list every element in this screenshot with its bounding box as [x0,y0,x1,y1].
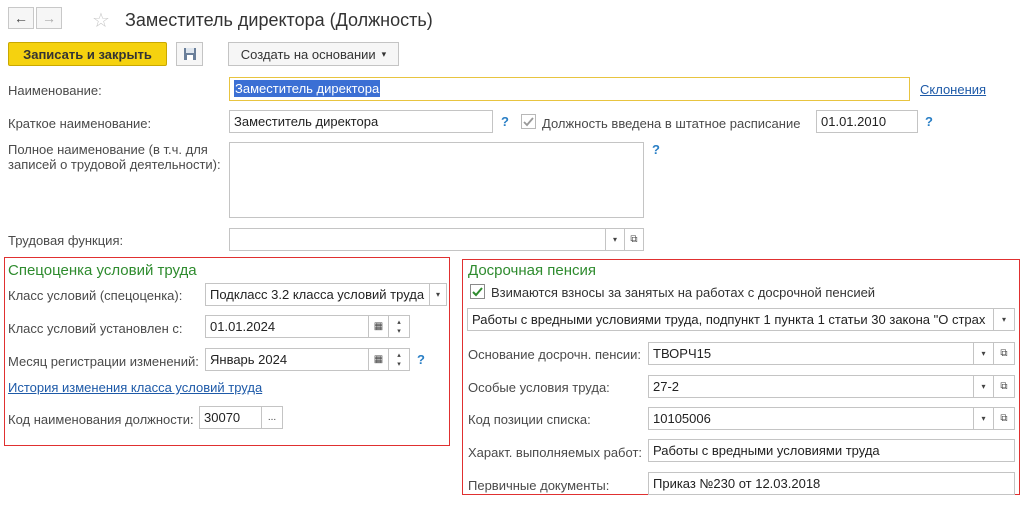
star-favorite-icon[interactable]: ☆ [92,8,110,33]
labor-function-label: Трудовая функция: [8,233,124,248]
staffing-checkbox-label: Должность введена в штатное расписание [542,116,801,131]
full-name-help-icon[interactable]: ? [652,142,660,157]
condition-class-label: Класс условий (спецоценка): [8,288,183,303]
condition-class-select[interactable]: Подкласс 3.2 класса условий труда [205,283,430,306]
declension-link[interactable]: Склонения [920,82,986,97]
special-assessment-title: Спецоценка условий труда [8,262,197,279]
checkmark-icon [523,117,534,127]
chevron-down-icon: ▾ [612,235,617,244]
primary-docs-input[interactable]: Приказ №230 от 12.03.2018 [648,472,1015,495]
special-conditions-input[interactable]: 27-2 [648,375,974,398]
name-value: Заместитель директора [234,80,381,97]
chevron-down-icon: ▾ [397,360,401,368]
save-and-close-button[interactable]: Записать и закрыть [8,42,167,66]
staffing-help-icon[interactable]: ? [925,114,933,129]
chevron-up-icon: ▴ [397,351,401,359]
labor-function-open-button[interactable]: ⧉ [624,228,644,251]
chevron-down-icon: ▾ [981,349,986,358]
special-conditions-dropdown-button[interactable]: ▾ [973,375,994,398]
early-pension-title: Досрочная пенсия [468,262,597,279]
contributions-checkbox[interactable] [470,284,485,299]
registration-month-calendar-button[interactable]: ▦ [368,348,389,371]
create-based-on-button[interactable]: Создать на основании ▾ [228,42,399,66]
registration-month-input[interactable]: Январь 2024 [205,348,369,371]
list-position-code-open-button[interactable]: ⧉ [993,407,1015,430]
full-name-textarea[interactable] [229,142,644,218]
window-title: Заместитель директора (Должность) [125,10,433,30]
save-button[interactable] [176,42,203,66]
registration-month-help-icon[interactable]: ? [417,352,425,367]
list-position-code-dropdown-button[interactable]: ▾ [973,407,994,430]
work-type-dropdown-button[interactable]: ▾ [993,308,1015,331]
registration-month-label: Месяц регистрации изменений: [8,354,199,369]
staffing-date-input[interactable]: 01.01.2010 [816,110,918,133]
class-set-from-label: Класс условий установлен с: [8,321,183,336]
class-set-from-calendar-button[interactable]: ▦ [368,315,389,338]
pension-basis-label: Основание досрочн. пенсии: [468,347,642,362]
create-based-on-label: Создать на основании [240,46,376,62]
chevron-down-icon: ▾ [981,382,986,391]
chevron-down-icon: ▾ [435,290,440,299]
class-history-link[interactable]: История изменения класса условий труда [8,380,262,395]
labor-function-input[interactable] [229,228,606,251]
save-and-close-label: Записать и закрыть [23,46,152,62]
staffing-checkbox[interactable] [521,114,536,129]
class-set-from-stepper[interactable]: ▴ ▾ [388,315,410,338]
short-name-input[interactable]: Заместитель директора [229,110,493,133]
open-window-icon: ⧉ [630,234,638,245]
name-input[interactable]: Заместитель директора [229,77,910,101]
labor-function-dropdown-button[interactable]: ▾ [605,228,625,251]
condition-class-dropdown-button[interactable]: ▾ [429,283,447,306]
open-window-icon: ⧉ [1000,413,1008,424]
chevron-up-icon: ▴ [397,318,401,326]
ellipsis-icon: ... [267,412,277,423]
pension-basis-input[interactable]: ТВОРЧ15 [648,342,974,365]
calendar-icon: ▦ [373,354,384,365]
name-label: Наименование: [8,83,102,98]
arrow-left-icon: ← [14,10,28,26]
pension-basis-dropdown-button[interactable]: ▾ [973,342,994,365]
class-set-from-date-input[interactable]: 01.01.2024 [205,315,369,338]
chevron-down-icon: ▾ [381,48,387,59]
list-position-code-input[interactable]: 10105006 [648,407,974,430]
calendar-icon: ▦ [373,321,384,332]
chevron-down-icon: ▾ [1001,315,1006,324]
checkmark-icon [472,287,483,297]
work-character-label: Характ. выполняемых работ: [468,445,643,460]
forward-button[interactable]: → [36,7,62,29]
position-code-input[interactable]: 30070 [199,406,262,429]
special-conditions-label: Особые условия труда: [468,380,610,395]
chevron-down-icon: ▾ [981,414,986,423]
full-name-label-line1: Полное наименование (в т.ч. для [8,142,208,157]
open-window-icon: ⧉ [1000,381,1008,392]
short-name-label: Краткое наименование: [8,116,152,131]
contributions-checkbox-label: Взимаются взносы за занятых на работах с… [491,285,876,300]
work-type-select[interactable]: Работы с вредными условиями труда, подпу… [467,308,994,331]
special-conditions-open-button[interactable]: ⧉ [993,375,1015,398]
full-name-label-line2: записей о трудовой деятельности): [8,157,221,172]
arrow-right-icon: → [42,10,56,26]
open-window-icon: ⧉ [1000,348,1008,359]
pension-basis-open-button[interactable]: ⧉ [993,342,1015,365]
primary-docs-label: Первичные документы: [468,478,610,493]
registration-month-stepper[interactable]: ▴ ▾ [388,348,410,371]
position-code-label: Код наименования должности: [8,412,194,427]
floppy-disk-icon [183,48,196,60]
position-code-select-button[interactable]: ... [261,406,283,429]
short-name-help-icon[interactable]: ? [501,114,509,129]
work-character-input[interactable]: Работы с вредными условиями труда [648,439,1015,462]
list-position-code-label: Код позиции списка: [468,412,591,427]
chevron-down-icon: ▾ [397,327,401,335]
back-button[interactable]: ← [8,7,34,29]
